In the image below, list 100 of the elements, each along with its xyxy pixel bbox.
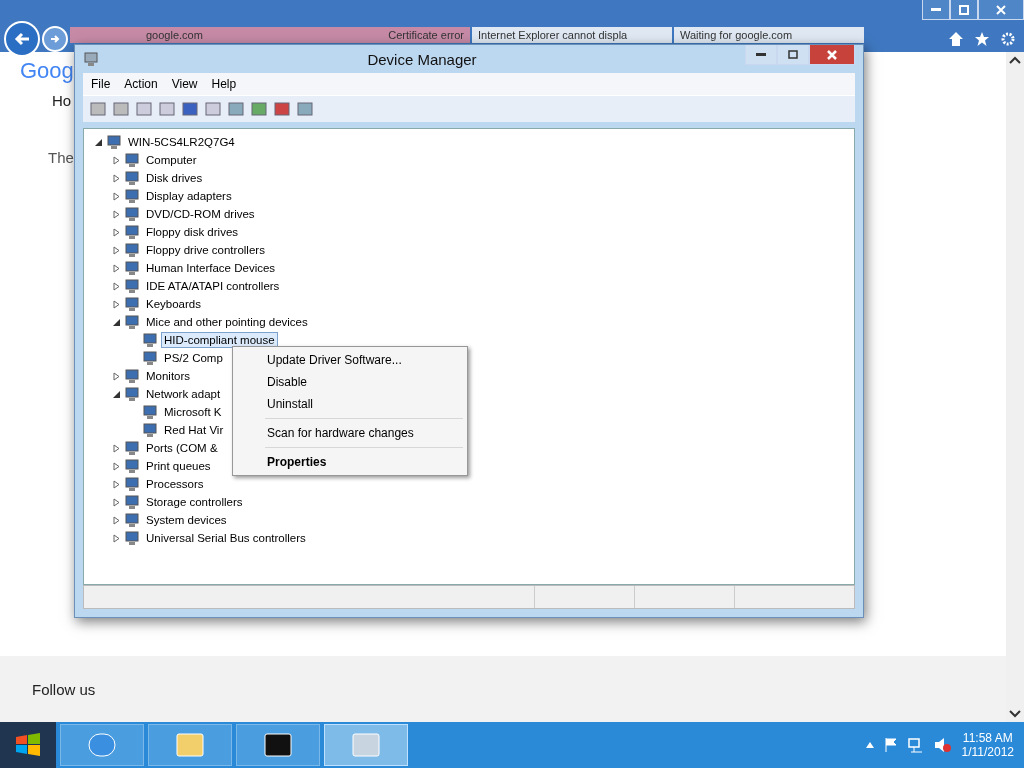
tree-item[interactable]: Storage controllers [143,494,246,510]
tree-item[interactable]: System devices [143,512,230,528]
footer-heading: Follow us [32,680,96,698]
home-icon[interactable] [948,31,964,47]
device-icon [124,152,140,168]
collapsed-arrow-icon[interactable] [112,371,121,381]
collapsed-arrow-icon[interactable] [112,173,121,183]
tree-item[interactable]: Microsoft K [161,404,225,420]
tree-item[interactable]: Processors [143,476,207,492]
tree-item[interactable]: HID-compliant mouse [161,332,278,348]
collapsed-arrow-icon[interactable] [112,533,121,543]
collapsed-arrow-icon[interactable] [112,245,121,255]
collapsed-arrow-icon[interactable] [112,497,121,507]
device-icon [142,422,158,438]
network-icon[interactable] [907,737,924,753]
terminal-icon [263,731,293,759]
device-icon [124,512,140,528]
forward-button[interactable] [42,26,68,52]
device-icon [124,386,140,402]
collapsed-arrow-icon[interactable] [112,443,121,453]
toolbar-icon[interactable] [250,100,268,118]
collapsed-arrow-icon[interactable] [112,263,121,273]
toolbar-icon[interactable] [273,100,291,118]
collapsed-arrow-icon[interactable] [112,479,121,489]
context-menu-item[interactable]: Disable [235,371,465,393]
tree-item[interactable]: Print queues [143,458,214,474]
toolbar-icon[interactable] [112,100,130,118]
collapsed-arrow-icon[interactable] [112,227,121,237]
app-icon [83,51,99,67]
start-button[interactable] [0,722,56,768]
maximize-button[interactable] [777,45,809,65]
tree-item[interactable]: Disk drives [143,170,206,186]
toolbar-icon[interactable] [296,100,314,118]
tree-item[interactable]: Red Hat Vir [161,422,227,438]
expanded-arrow-icon[interactable] [94,137,103,147]
tree-item[interactable]: Keyboards [143,296,204,312]
scroll-down-icon[interactable] [1009,710,1021,718]
tree-item[interactable]: Display adapters [143,188,235,204]
menu-item[interactable]: File [85,75,117,93]
tree-item[interactable]: PS/2 Comp [161,350,226,366]
device-icon [124,188,140,204]
certificate-error-label: Certificate error [388,29,464,41]
tree-item[interactable]: Human Interface Devices [143,260,279,276]
tree-item[interactable]: Ports (COM & [143,440,221,456]
browser-tab[interactable]: google.com Certificate error [70,27,470,43]
browser-tab[interactable]: Waiting for google.com [674,27,864,43]
device-icon [142,404,158,420]
restore-button[interactable] [950,0,978,20]
close-icon [827,49,837,60]
tree-item[interactable]: Network adapt [143,386,224,402]
tree-item[interactable]: WIN-5CS4LR2Q7G4 [125,134,238,150]
clock[interactable]: 11:58 AM 1/11/2012 [961,731,1014,759]
menu-item[interactable]: Action [118,75,164,93]
tree-item[interactable]: Floppy disk drives [143,224,242,240]
device-icon [124,278,140,294]
page-heading: The [48,149,74,166]
scroll-up-icon[interactable] [1009,56,1021,64]
muted-speaker-icon[interactable] [933,737,952,753]
toolbar-icon[interactable] [227,100,245,118]
tree-item[interactable]: Mice and other pointing devices [143,314,311,330]
close-button[interactable] [978,0,1024,20]
tree-item[interactable]: Floppy drive controllers [143,242,268,258]
minimize-button[interactable] [745,45,777,65]
flag-icon[interactable] [883,737,898,753]
tree-item[interactable]: Monitors [143,368,194,384]
menu-item[interactable]: Help [205,75,243,93]
tree-item[interactable]: IDE ATA/ATAPI controllers [143,278,283,294]
minimize-icon [931,8,941,11]
device-icon [142,350,158,366]
toolbar-icon[interactable] [181,100,199,118]
toolbar-icon[interactable] [89,100,107,118]
browser-tab[interactable]: Internet Explorer cannot displa [472,27,672,43]
tree-item[interactable]: Universal Serial Bus controllers [143,530,309,546]
collapsed-arrow-icon[interactable] [112,155,121,165]
collapsed-arrow-icon[interactable] [112,209,121,219]
collapsed-arrow-icon[interactable] [112,461,121,471]
collapsed-arrow-icon[interactable] [112,299,121,309]
menu-item[interactable]: View [165,75,204,93]
favorites-icon[interactable] [974,31,990,47]
google-logo: Goog [20,58,74,84]
context-menu-item[interactable]: Uninstall [235,393,465,415]
tree-item[interactable]: Computer [143,152,200,168]
expanded-arrow-icon[interactable] [112,317,121,327]
home-link[interactable]: Ho [52,92,72,109]
close-button[interactable] [809,45,855,65]
tree-item[interactable]: DVD/CD-ROM drives [143,206,258,222]
context-menu-item[interactable]: Properties [235,451,465,473]
collapsed-arrow-icon[interactable] [112,281,121,291]
context-menu-item[interactable]: Scan for hardware changes [235,422,465,444]
show-hidden-icons[interactable] [865,742,874,748]
expanded-arrow-icon[interactable] [112,389,121,399]
tab-title: Internet Explorer cannot displa [478,29,628,41]
context-menu-item[interactable]: Update Driver Software... [235,349,465,371]
taskbar-button[interactable] [236,724,320,766]
collapsed-arrow-icon[interactable] [112,191,121,201]
back-button[interactable] [4,21,40,57]
collapsed-arrow-icon[interactable] [112,515,121,525]
forward-arrow-icon [50,34,60,44]
device-icon [124,242,140,258]
scrollbar[interactable] [1006,52,1024,722]
